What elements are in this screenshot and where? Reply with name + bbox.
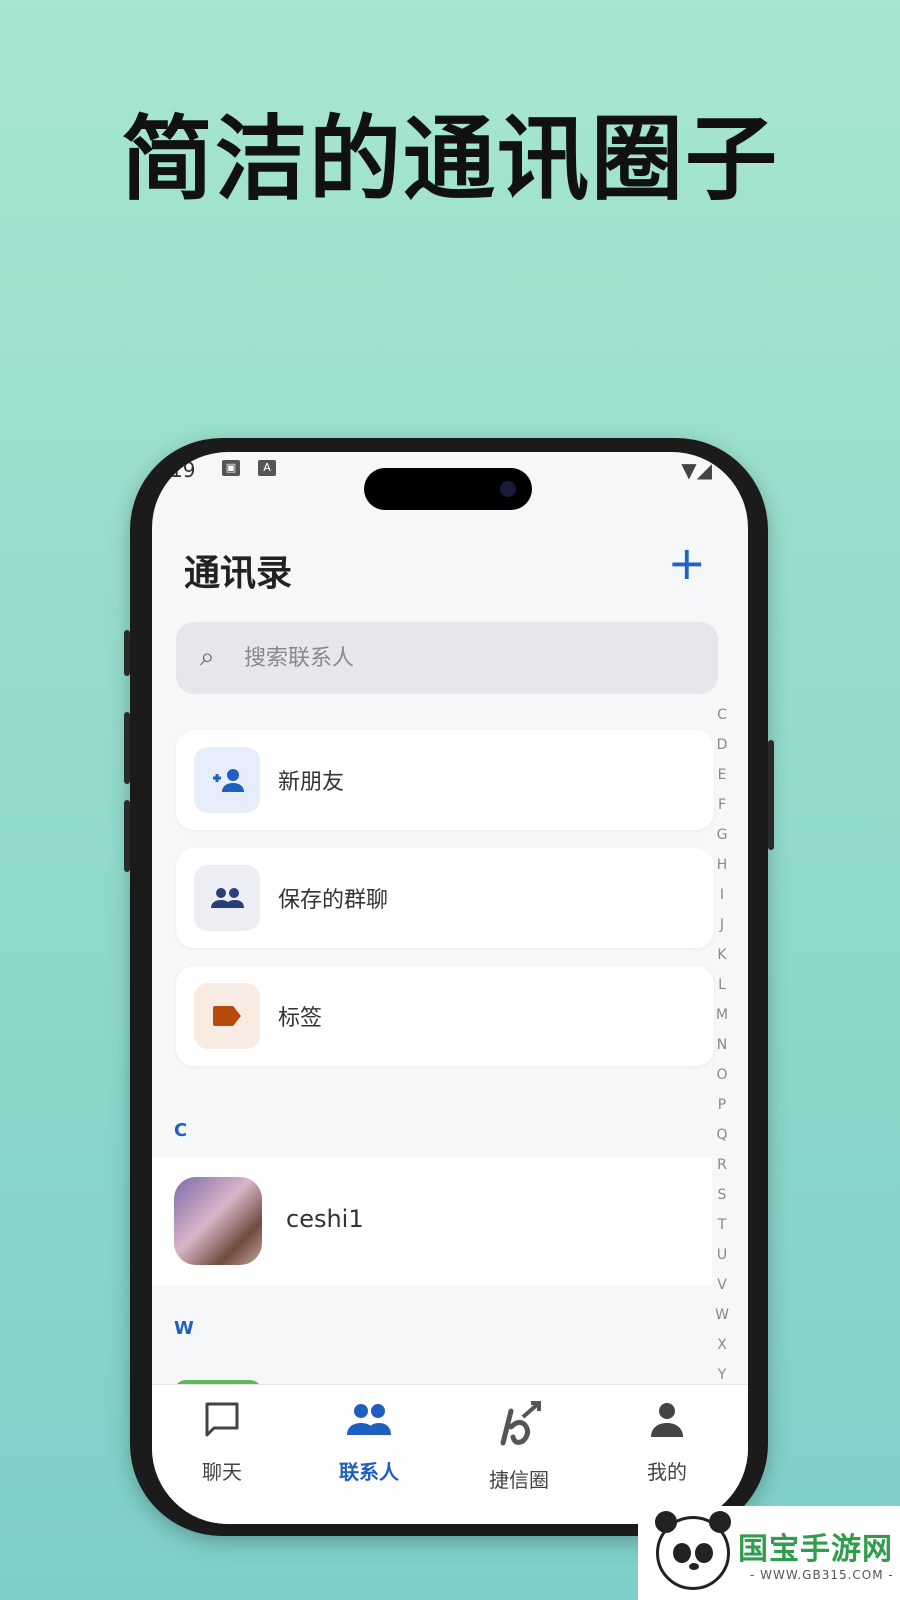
alphabet-letter[interactable]: R (710, 1150, 734, 1180)
chat-icon (162, 1399, 282, 1450)
avatar (174, 1177, 262, 1265)
alphabet-letter[interactable]: O (710, 1060, 734, 1090)
status-time: 19 (170, 458, 196, 482)
alphabet-letter[interactable]: F (710, 790, 734, 820)
alphabet-letter[interactable]: C (710, 700, 734, 730)
alphabet-letter[interactable]: S (710, 1180, 734, 1210)
tab-label: 聊天 (202, 1460, 242, 1484)
alphabet-letter[interactable]: H (710, 850, 734, 880)
watermark-url: - WWW.GB315.COM - (750, 1568, 894, 1582)
alphabet-letter[interactable]: U (710, 1240, 734, 1270)
alphabet-letter[interactable]: Q (710, 1120, 734, 1150)
card-saved-groups[interactable]: 保存的群聊 (176, 848, 714, 948)
tab-contacts[interactable]: 联系人 (309, 1399, 429, 1485)
section-letter-w: W (174, 1318, 194, 1339)
phone-side-button (124, 630, 130, 676)
alphabet-letter[interactable]: N (710, 1030, 734, 1060)
alphabet-letter[interactable]: D (710, 730, 734, 760)
panda-ear (655, 1511, 677, 1533)
group-icon (194, 865, 260, 931)
search-input[interactable] (244, 638, 684, 678)
section-letter-c: C (174, 1120, 188, 1141)
camera-dot (500, 481, 516, 497)
tab-label: 联系人 (339, 1460, 399, 1484)
contacts-icon (309, 1399, 429, 1450)
image-icon: ▣ (222, 460, 240, 476)
phone-screen: 19 ▣ A ▼◢ 通讯录 + ⌕ 新朋友 保存的群聊 标签 C D E F G… (152, 452, 748, 1524)
alphabet-index[interactable]: C D E F G H I J K L M N O P Q R S T U V … (710, 700, 734, 1420)
watermark: 国宝手游网 - WWW.GB315.COM - (638, 1506, 900, 1600)
alphabet-letter[interactable]: E (710, 760, 734, 790)
alphabet-letter[interactable]: M (710, 1000, 734, 1030)
panda-ear (709, 1511, 731, 1533)
alphabet-letter[interactable]: L (710, 970, 734, 1000)
panda-nose (689, 1563, 699, 1570)
alphabet-letter[interactable]: K (710, 940, 734, 970)
tab-label: 捷信圈 (489, 1468, 549, 1492)
card-label: 保存的群聊 (278, 888, 389, 913)
add-contact-button[interactable]: + (667, 540, 706, 586)
promo-headline: 简洁的通讯圈子 (120, 106, 779, 213)
watermark-title: 国宝手游网 (738, 1532, 893, 1567)
tab-profile[interactable]: 我的 (607, 1399, 727, 1485)
contact-name: ceshi1 (286, 1205, 364, 1233)
dynamic-island (364, 468, 532, 510)
alphabet-letter[interactable]: V (710, 1270, 734, 1300)
alphabet-letter[interactable]: W (710, 1300, 734, 1330)
card-label: 标签 (278, 1006, 323, 1031)
phone-power-button (768, 740, 774, 850)
card-tags[interactable]: 标签 (176, 966, 714, 1066)
card-label: 新朋友 (278, 770, 345, 795)
page-title: 通讯录 (184, 553, 293, 594)
tab-moments[interactable]: 捷信圈 (459, 1399, 579, 1493)
tab-label: 我的 (647, 1460, 687, 1484)
alphabet-letter[interactable]: J (710, 910, 734, 940)
alphabet-letter[interactable]: T (710, 1210, 734, 1240)
alphabet-letter[interactable]: I (710, 880, 734, 910)
wifi-icon: ▼◢ (681, 458, 712, 482)
tab-chat[interactable]: 聊天 (162, 1399, 282, 1485)
tag-icon (194, 983, 260, 1049)
moments-icon (459, 1399, 579, 1458)
panda-eye (695, 1543, 713, 1563)
add-person-icon (194, 747, 260, 813)
a-status-icon: A (258, 460, 276, 476)
alphabet-letter[interactable]: X (710, 1330, 734, 1360)
panda-logo-icon (655, 1511, 731, 1590)
bottom-tab-bar: 聊天 联系人 捷信圈 我的 (152, 1384, 748, 1524)
search-icon: ⌕ (200, 642, 215, 672)
card-new-friends[interactable]: 新朋友 (176, 730, 714, 830)
contact-row[interactable]: ceshi1 (152, 1157, 712, 1285)
panda-eye (673, 1543, 691, 1563)
search-bar[interactable]: ⌕ (176, 622, 718, 694)
alphabet-letter[interactable]: G (710, 820, 734, 850)
phone-volume-down (124, 800, 130, 872)
phone-volume-up (124, 712, 130, 784)
alphabet-letter[interactable]: P (710, 1090, 734, 1120)
profile-icon (607, 1399, 727, 1450)
